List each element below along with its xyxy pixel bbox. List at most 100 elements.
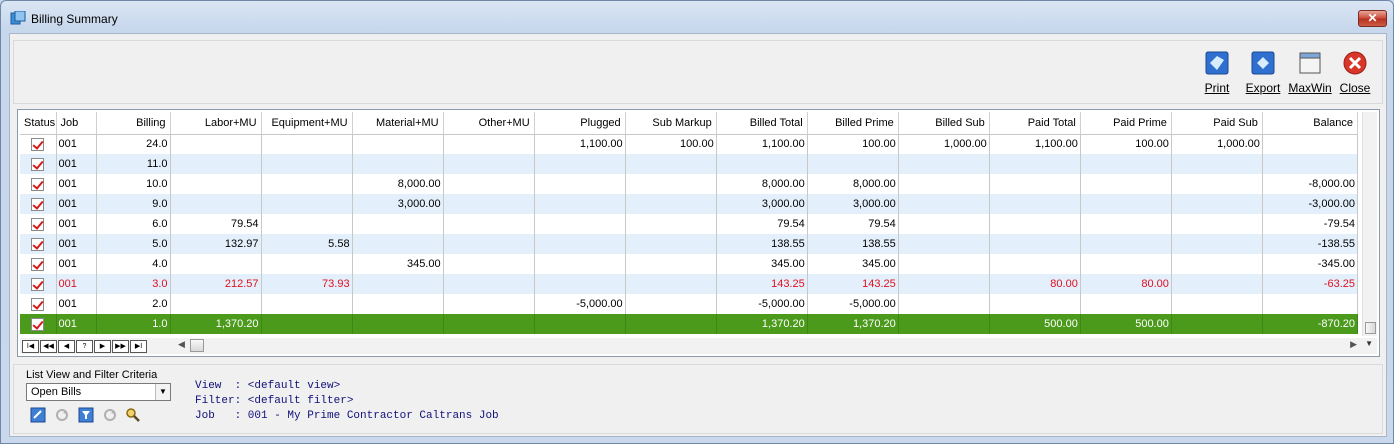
status-checkbox[interactable] (31, 257, 45, 271)
close-button[interactable]: Close (1332, 51, 1378, 97)
nav-next-button[interactable]: ▶ (94, 340, 111, 353)
toolbar: Print Export MaxWin Close (13, 40, 1383, 104)
labor-cell (170, 254, 262, 274)
balance-cell: -870.20 (1262, 314, 1359, 334)
status-checkbox[interactable] (31, 197, 45, 211)
col-header-paid-prime[interactable]: Paid Prime (1080, 112, 1172, 135)
maxwin-button[interactable]: MaxWin (1287, 51, 1333, 97)
paid-sub-cell (1171, 234, 1263, 254)
close-icon (1343, 51, 1367, 75)
status-checkbox[interactable] (31, 137, 45, 151)
col-header-sub-markup[interactable]: Sub Markup (625, 112, 717, 135)
print-icon (1205, 51, 1229, 75)
col-header-labor[interactable]: Labor+MU (170, 112, 262, 135)
col-header-paid-total[interactable]: Paid Total (989, 112, 1081, 135)
status-cell[interactable] (20, 254, 57, 274)
col-header-billed-total[interactable]: Billed Total (716, 112, 808, 135)
refresh-view-icon[interactable] (54, 407, 70, 423)
nav-last-button[interactable]: ▶I (130, 340, 147, 353)
plugged-cell (534, 254, 626, 274)
status-cell[interactable] (20, 194, 57, 214)
col-header-status[interactable]: Status (20, 112, 57, 135)
col-header-equipment[interactable]: Equipment+MU (261, 112, 353, 135)
table-row-selected[interactable]: 001 1.0 1,370.20 1,370.20 1,370.20 500.0… (20, 314, 1359, 334)
table-row[interactable]: 001 5.0 132.97 5.58 138.55 138.55 -138.5… (20, 234, 1359, 254)
nav-first-button[interactable]: I◀ (22, 340, 39, 353)
paid-prime-cell (1080, 194, 1172, 214)
material-cell (352, 134, 444, 154)
equipment-cell (261, 134, 353, 154)
table-row[interactable]: 001 11.0 (20, 154, 1359, 174)
material-cell (352, 214, 444, 234)
table-row[interactable]: 001 3.0 212.57 73.93 143.25 143.25 80.00… (20, 274, 1359, 294)
nav-next-page-button[interactable]: ▶▶ (112, 340, 129, 353)
print-button[interactable]: Print (1194, 51, 1240, 97)
export-button[interactable]: Export (1240, 51, 1286, 97)
job-cell: 001 (56, 274, 97, 294)
labor-cell: 79.54 (170, 214, 262, 234)
status-checkbox[interactable] (31, 217, 45, 231)
status-cell[interactable] (20, 214, 57, 234)
paid-total-cell: 500.00 (989, 314, 1081, 334)
table-row[interactable]: 001 4.0 345.00 345.00 345.00 -345.00 (20, 254, 1359, 274)
balance-cell: -63.25 (1262, 274, 1359, 294)
status-cell[interactable] (20, 134, 57, 154)
col-header-billed-prime[interactable]: Billed Prime (807, 112, 899, 135)
edit-view-icon[interactable] (30, 407, 46, 423)
list-view-select[interactable]: Open Bills ▼ (26, 383, 171, 401)
chevron-down-icon[interactable]: ▼ (155, 384, 170, 400)
sub-markup-cell (625, 214, 717, 234)
paid-prime-cell (1080, 254, 1172, 274)
col-header-other[interactable]: Other+MU (443, 112, 535, 135)
status-cell[interactable] (20, 294, 57, 314)
status-cell[interactable] (20, 154, 57, 174)
col-header-material[interactable]: Material+MU (352, 112, 444, 135)
billing-cell: 9.0 (96, 194, 171, 214)
vertical-scroll-thumb[interactable] (1365, 322, 1376, 334)
col-header-billing[interactable]: Billing (96, 112, 171, 135)
col-header-billed-sub[interactable]: Billed Sub (898, 112, 990, 135)
status-checkbox[interactable] (31, 277, 45, 291)
status-cell[interactable] (20, 174, 57, 194)
table-row[interactable]: 001 2.0 -5,000.00 -5,000.00 -5,000.00 (20, 294, 1359, 314)
status-checkbox[interactable] (31, 237, 45, 251)
title-bar[interactable]: Billing Summary ✕ (1, 1, 1393, 33)
scroll-left-arrow-icon[interactable]: ◀ (178, 339, 185, 350)
job-cell: 001 (56, 254, 97, 274)
col-header-balance[interactable]: Balance (1262, 112, 1359, 135)
table-row[interactable]: 001 9.0 3,000.00 3,000.00 3,000.00 -3,00… (20, 194, 1359, 214)
col-header-paid-sub[interactable]: Paid Sub (1171, 112, 1263, 135)
billed-total-cell: 345.00 (716, 254, 808, 274)
scroll-down-arrow-icon[interactable]: ▼ (1365, 339, 1373, 348)
status-checkbox[interactable] (31, 157, 45, 171)
status-checkbox[interactable] (31, 317, 45, 331)
scroll-right-arrow-icon[interactable]: ▶ (1350, 339, 1357, 350)
equipment-cell (261, 294, 353, 314)
search-icon[interactable] (125, 407, 141, 423)
billing-cell: 1.0 (96, 314, 171, 334)
status-cell[interactable] (20, 234, 57, 254)
vertical-scrollbar[interactable] (1362, 112, 1377, 336)
horizontal-scroll-thumb[interactable] (190, 339, 204, 352)
job-cell: 001 (56, 294, 97, 314)
refresh-filter-icon[interactable] (102, 407, 118, 423)
edit-filter-icon[interactable] (78, 407, 94, 423)
other-cell (443, 154, 535, 174)
paid-total-cell (989, 154, 1081, 174)
status-checkbox[interactable] (31, 177, 45, 191)
job-cell: 001 (56, 174, 97, 194)
window-close-button[interactable]: ✕ (1358, 10, 1387, 27)
table-row[interactable]: 001 24.0 1,100.00 100.00 1,100.00 100.00… (20, 134, 1359, 154)
other-cell (443, 254, 535, 274)
status-cell[interactable] (20, 274, 57, 294)
col-header-job[interactable]: Job (56, 112, 97, 135)
status-checkbox[interactable] (31, 297, 45, 311)
col-header-plugged[interactable]: Plugged (534, 112, 626, 135)
nav-prev-button[interactable]: ◀ (58, 340, 75, 353)
table-row[interactable]: 001 6.0 79.54 79.54 79.54 -79.54 (20, 214, 1359, 234)
nav-help-button[interactable]: ? (76, 340, 93, 353)
table-row[interactable]: 001 10.0 8,000.00 8,000.00 8,000.00 -8,0… (20, 174, 1359, 194)
status-cell[interactable] (20, 314, 57, 334)
other-cell (443, 234, 535, 254)
nav-prev-page-button[interactable]: ◀◀ (40, 340, 57, 353)
